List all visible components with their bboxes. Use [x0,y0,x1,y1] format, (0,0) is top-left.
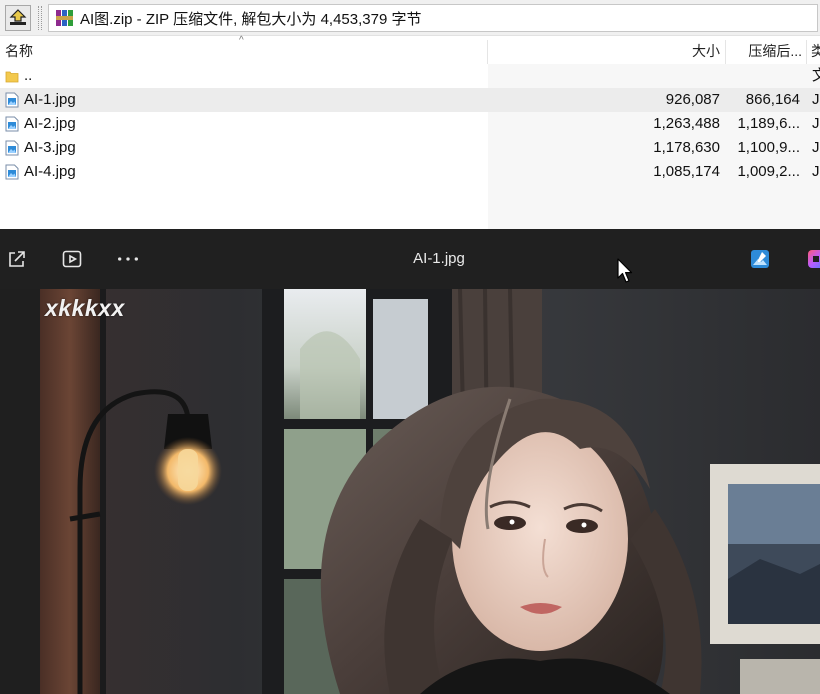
file-size: 926,087 [665,91,720,108]
parent-folder-row[interactable]: .. 文 [0,64,820,88]
sort-ascending-icon: ^ [239,35,244,46]
photo-canvas [40,289,820,694]
file-name: AI-2.jpg [24,115,76,132]
file-row[interactable]: AI-4.jpg 1,085,174 1,009,2... JP [0,160,820,184]
image-file-icon [5,140,19,156]
toolbar-grip [38,6,42,30]
up-arrow-icon [9,9,27,25]
path-title: AI图.zip - ZIP 压缩文件, 解包大小为 4,453,379 字节 [80,10,422,28]
file-packed-size: 1,100,9... [737,139,800,156]
file-size: 1,263,488 [653,115,720,132]
file-type: JP [812,163,820,180]
file-name: AI-1.jpg [24,91,76,108]
more-options-button[interactable] [116,247,140,271]
file-row[interactable]: AI-1.jpg 926,087 866,164 JP [0,88,820,112]
file-size: 1,178,630 [653,139,720,156]
file-name: AI-4.jpg [24,163,76,180]
file-row[interactable]: AI-3.jpg 1,178,630 1,100,9... JP [0,136,820,160]
portrait-image [40,289,820,694]
edit-photo-button[interactable] [748,247,772,271]
col-size-header[interactable]: 大小 [600,38,720,64]
file-packed-size: 866,164 [745,91,800,108]
file-packed-size: 1,189,6... [737,115,800,132]
file-list: .. 文 AI-1.jpg 926,087 866,164 JP AI-2.jp… [0,64,820,184]
up-folder-button[interactable] [5,5,31,31]
path-field[interactable]: AI图.zip - ZIP 压缩文件, 解包大小为 4,453,379 字节 [48,4,818,32]
rar-archive-icon [56,10,73,26]
image-file-icon [5,164,19,180]
file-size: 1,085,174 [653,163,720,180]
image-file-icon [5,92,19,108]
share-icon [9,251,25,267]
parent-folder-type: 文 [812,67,820,84]
mouse-cursor-icon [617,258,633,283]
more-icon [118,257,138,261]
file-name: AI-3.jpg [24,139,76,156]
slideshow-button[interactable] [60,247,84,271]
file-type: JP [812,115,820,132]
folder-icon [5,71,19,83]
column-header: 名称 ^ 大小 压缩后... 类 [0,35,820,64]
app-button[interactable] [804,247,820,271]
col-type-header[interactable]: 类 [811,38,820,64]
share-button[interactable] [5,247,29,271]
photo-viewer: AI-1.jpg xkkkxx [0,229,820,694]
image-file-icon [5,116,19,132]
file-packed-size: 1,009,2... [737,163,800,180]
file-row[interactable]: AI-2.jpg 1,263,488 1,189,6... JP [0,112,820,136]
col-packed-header[interactable]: 压缩后... [728,38,802,64]
photo-watermark: xkkkxx [45,295,125,321]
slideshow-icon [62,250,82,268]
file-type: JP [812,139,820,156]
archive-window: AI图.zip - ZIP 压缩文件, 解包大小为 4,453,379 字节 名… [0,0,820,229]
edit-photo-icon [751,250,769,268]
path-bar: AI图.zip - ZIP 压缩文件, 解包大小为 4,453,379 字节 [0,0,820,36]
viewer-toolbar: AI-1.jpg [0,229,820,289]
col-name-header[interactable]: 名称 [5,38,205,64]
file-type: JP [812,91,820,108]
parent-folder-label: .. [24,67,33,84]
app-icon [808,250,820,268]
